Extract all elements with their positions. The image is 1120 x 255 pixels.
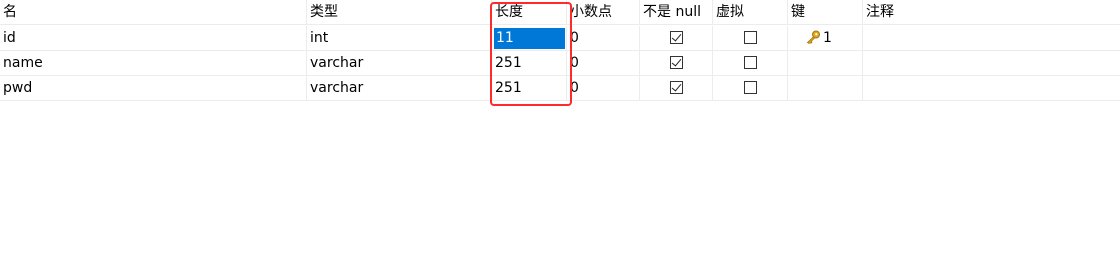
field-name-cell[interactable]: name (0, 51, 307, 75)
field-decimals-cell[interactable]: 0 (567, 76, 640, 100)
field-type-cell[interactable]: varchar (307, 51, 492, 75)
field-virtual-cell[interactable] (713, 26, 788, 50)
virtual-checkbox[interactable] (743, 55, 757, 69)
column-header-decimals[interactable]: 小数点 (567, 0, 640, 24)
field-comment-cell[interactable] (863, 51, 1120, 75)
column-header-length[interactable]: 长度 (492, 0, 567, 24)
field-not-null-cell[interactable] (640, 51, 713, 75)
key-order-number: 1 (823, 30, 832, 46)
field-length-input-selected[interactable]: 11 (494, 28, 565, 49)
field-key-cell[interactable] (788, 76, 863, 100)
key-icon (806, 30, 820, 44)
column-header-virtual[interactable]: 虚拟 (713, 0, 788, 24)
field-name-cell[interactable]: pwd (0, 76, 307, 100)
field-decimals-cell[interactable]: 0 (567, 26, 640, 50)
field-not-null-cell[interactable] (640, 26, 713, 50)
column-header-name[interactable]: 名 (0, 0, 307, 24)
field-length-cell[interactable]: 11 (492, 26, 567, 50)
field-key-cell[interactable] (788, 51, 863, 75)
field-comment-cell[interactable] (863, 26, 1120, 50)
virtual-checkbox[interactable] (743, 30, 757, 44)
column-header-key[interactable]: 键 (788, 0, 863, 24)
not-null-checkbox[interactable] (669, 80, 683, 94)
field-decimals-cell[interactable]: 0 (567, 51, 640, 75)
table-row[interactable]: pwd varchar 251 0 (0, 76, 1120, 101)
column-header-not-null[interactable]: 不是 null (640, 0, 713, 24)
field-type-cell[interactable]: varchar (307, 76, 492, 100)
column-header-type[interactable]: 类型 (307, 0, 492, 24)
header-row: 名 类型 长度 小数点 不是 null 虚拟 键 注释 (0, 0, 1120, 25)
field-virtual-cell[interactable] (713, 76, 788, 100)
table-row[interactable]: id int 11 0 1 (0, 26, 1120, 51)
field-type-cell[interactable]: int (307, 26, 492, 50)
table-row[interactable]: name varchar 251 0 (0, 51, 1120, 76)
field-key-cell[interactable]: 1 (788, 26, 863, 50)
column-header-comment[interactable]: 注释 (863, 0, 1120, 24)
field-length-cell[interactable]: 251 (492, 51, 567, 75)
field-comment-cell[interactable] (863, 76, 1120, 100)
not-null-checkbox[interactable] (669, 55, 683, 69)
not-null-checkbox[interactable] (669, 30, 683, 44)
field-not-null-cell[interactable] (640, 76, 713, 100)
field-name-cell[interactable]: id (0, 26, 307, 50)
field-virtual-cell[interactable] (713, 51, 788, 75)
virtual-checkbox[interactable] (743, 80, 757, 94)
field-length-cell[interactable]: 251 (492, 76, 567, 100)
